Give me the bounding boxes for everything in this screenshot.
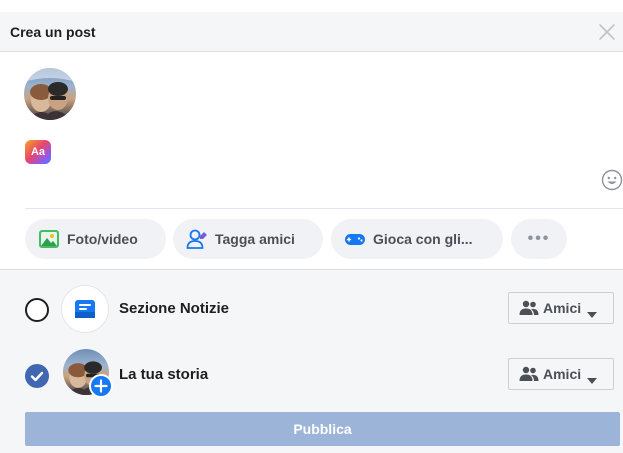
- destination-row-news-feed: Sezione Notizie Amici: [0, 283, 623, 337]
- story-radio[interactable]: [25, 364, 49, 388]
- photo-video-button[interactable]: Foto/video: [25, 219, 166, 259]
- audience-label: Amici: [543, 366, 582, 382]
- publish-button[interactable]: Pubblica: [25, 412, 620, 446]
- dialog-header: Crea un post: [0, 12, 623, 52]
- news-feed-radio[interactable]: [25, 298, 49, 322]
- gamepad-icon: [344, 228, 366, 250]
- destination-label: Sezione Notizie: [119, 300, 230, 317]
- destination-label: La tua storia: [119, 366, 209, 383]
- play-game-label: Gioca con gli...: [373, 231, 473, 247]
- play-game-button[interactable]: Gioca con gli...: [331, 219, 503, 259]
- text-background-button[interactable]: Aa: [25, 140, 51, 164]
- caret-down-icon: [587, 371, 598, 384]
- dialog-title: Crea un post: [10, 24, 96, 40]
- share-destinations: Sezione Notizie Amici La tua storia Amic…: [0, 270, 623, 453]
- friends-icon: [519, 366, 539, 382]
- tag-friends-button[interactable]: Tagga amici: [173, 219, 323, 259]
- create-post-dialog: Crea un post Aa Foto/video Tagga amici G…: [0, 12, 623, 453]
- audience-selector-story[interactable]: Amici: [508, 358, 614, 390]
- audience-label: Amici: [543, 300, 582, 316]
- more-options-button[interactable]: •••: [511, 219, 567, 259]
- news-feed-icon: [61, 285, 109, 333]
- aa-label: Aa: [30, 146, 46, 158]
- caret-down-icon: [587, 305, 598, 318]
- avatar: [24, 68, 76, 120]
- divider: [25, 208, 623, 209]
- audience-selector-news-feed[interactable]: Amici: [508, 292, 614, 324]
- tag-friends-label: Tagga amici: [215, 231, 295, 247]
- post-text-input[interactable]: [88, 81, 588, 121]
- tag-friends-icon: [186, 228, 208, 250]
- composer-area: [0, 53, 623, 168]
- more-dots-icon: •••: [527, 230, 551, 247]
- close-icon[interactable]: [595, 20, 619, 44]
- emoji-icon[interactable]: [601, 169, 623, 191]
- add-story-plus-icon: [89, 374, 113, 398]
- friends-icon: [519, 300, 539, 316]
- photo-video-label: Foto/video: [67, 231, 138, 247]
- destination-row-story: La tua storia Amici: [0, 349, 623, 403]
- photo-icon: [38, 228, 60, 250]
